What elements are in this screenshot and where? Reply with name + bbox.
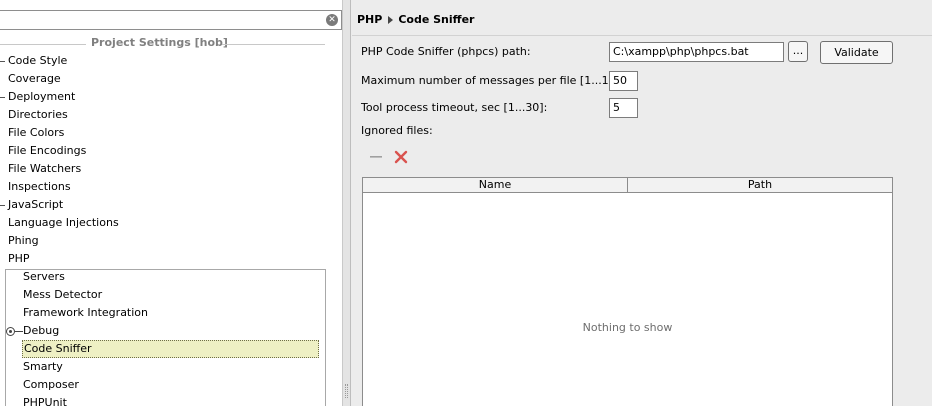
column-header-name[interactable]: Name: [363, 178, 628, 193]
delete-cross-icon[interactable]: [394, 150, 408, 164]
tree-item-coverage[interactable]: Coverage: [8, 70, 61, 88]
breadcrumb: PHP Code Sniffer: [357, 12, 474, 28]
tree-item-javascript[interactable]: JavaScript: [8, 196, 63, 214]
tree-item-deployment[interactable]: Deployment: [8, 88, 75, 106]
tree-item-file-encodings[interactable]: File Encodings: [8, 142, 86, 160]
ignored-files-label: Ignored files:: [361, 124, 433, 137]
tree-item-phing[interactable]: Phing: [8, 232, 39, 250]
clear-search-icon[interactable]: ✕: [326, 14, 338, 26]
panel-splitter[interactable]: [343, 0, 351, 406]
empty-table-message: Nothing to show: [582, 321, 673, 334]
group-divider-right: [222, 44, 325, 45]
max-messages-field[interactable]: 50: [609, 71, 638, 91]
tree-item-phpunit[interactable]: PHPUnit: [22, 394, 319, 406]
tree-item-smarty[interactable]: Smarty: [22, 358, 319, 376]
collapse-line-icon[interactable]: [0, 61, 5, 62]
group-title: Project Settings [hob]: [91, 36, 228, 49]
tree-item-code-sniffer[interactable]: Code Sniffer: [22, 340, 319, 358]
breadcrumb-parent[interactable]: PHP: [357, 13, 382, 26]
browse-button[interactable]: ...: [788, 41, 808, 62]
tree-item-php[interactable]: PHP: [8, 250, 30, 268]
settings-search-input[interactable]: ✕: [0, 10, 342, 30]
tree-item-file-watchers[interactable]: File Watchers: [8, 160, 81, 178]
collapse-line-icon[interactable]: [0, 97, 5, 98]
tree-item-framework-integration[interactable]: Framework Integration: [22, 304, 319, 322]
timeout-field[interactable]: 5: [609, 98, 638, 118]
tree-item-file-colors[interactable]: File Colors: [8, 124, 64, 142]
chevron-right-icon: [388, 15, 394, 24]
tree-item-code-style[interactable]: Code Style: [8, 52, 67, 70]
settings-tree-panel: ✕ Project Settings [hob] Code Style Cove…: [0, 0, 343, 406]
project-settings-group: Project Settings [hob]: [0, 36, 326, 52]
validate-button[interactable]: Validate: [820, 41, 893, 64]
tree-item-servers[interactable]: Servers: [22, 268, 319, 286]
splitter-grip-icon[interactable]: [345, 384, 348, 398]
timeout-label: Tool process timeout, sec [1...30]:: [361, 101, 548, 114]
debug-toggle-icon[interactable]: [6, 327, 15, 336]
header-divider: [352, 35, 932, 36]
tree-item-inspections[interactable]: Inspections: [8, 178, 71, 196]
tree-item-composer[interactable]: Composer: [22, 376, 319, 394]
ignored-files-table[interactable]: Name Path Nothing to show: [362, 177, 893, 406]
group-divider-left: [0, 44, 86, 45]
phpcs-path-field[interactable]: C:\xampp\php\phpcs.bat: [609, 42, 784, 62]
minus-icon[interactable]: [369, 151, 383, 163]
breadcrumb-current: Code Sniffer: [398, 13, 475, 26]
tree-item-directories[interactable]: Directories: [8, 106, 68, 124]
tree-item-language-injections[interactable]: Language Injections: [8, 214, 119, 232]
phpcs-path-label: PHP Code Sniffer (phpcs) path:: [361, 45, 531, 58]
max-messages-label: Maximum number of messages per file [1..…: [361, 74, 631, 87]
collapse-line-icon[interactable]: [0, 205, 5, 206]
tree-item-debug[interactable]: Debug: [22, 322, 319, 340]
tree-item-mess-detector[interactable]: Mess Detector: [22, 286, 319, 304]
column-header-path[interactable]: Path: [628, 178, 892, 193]
